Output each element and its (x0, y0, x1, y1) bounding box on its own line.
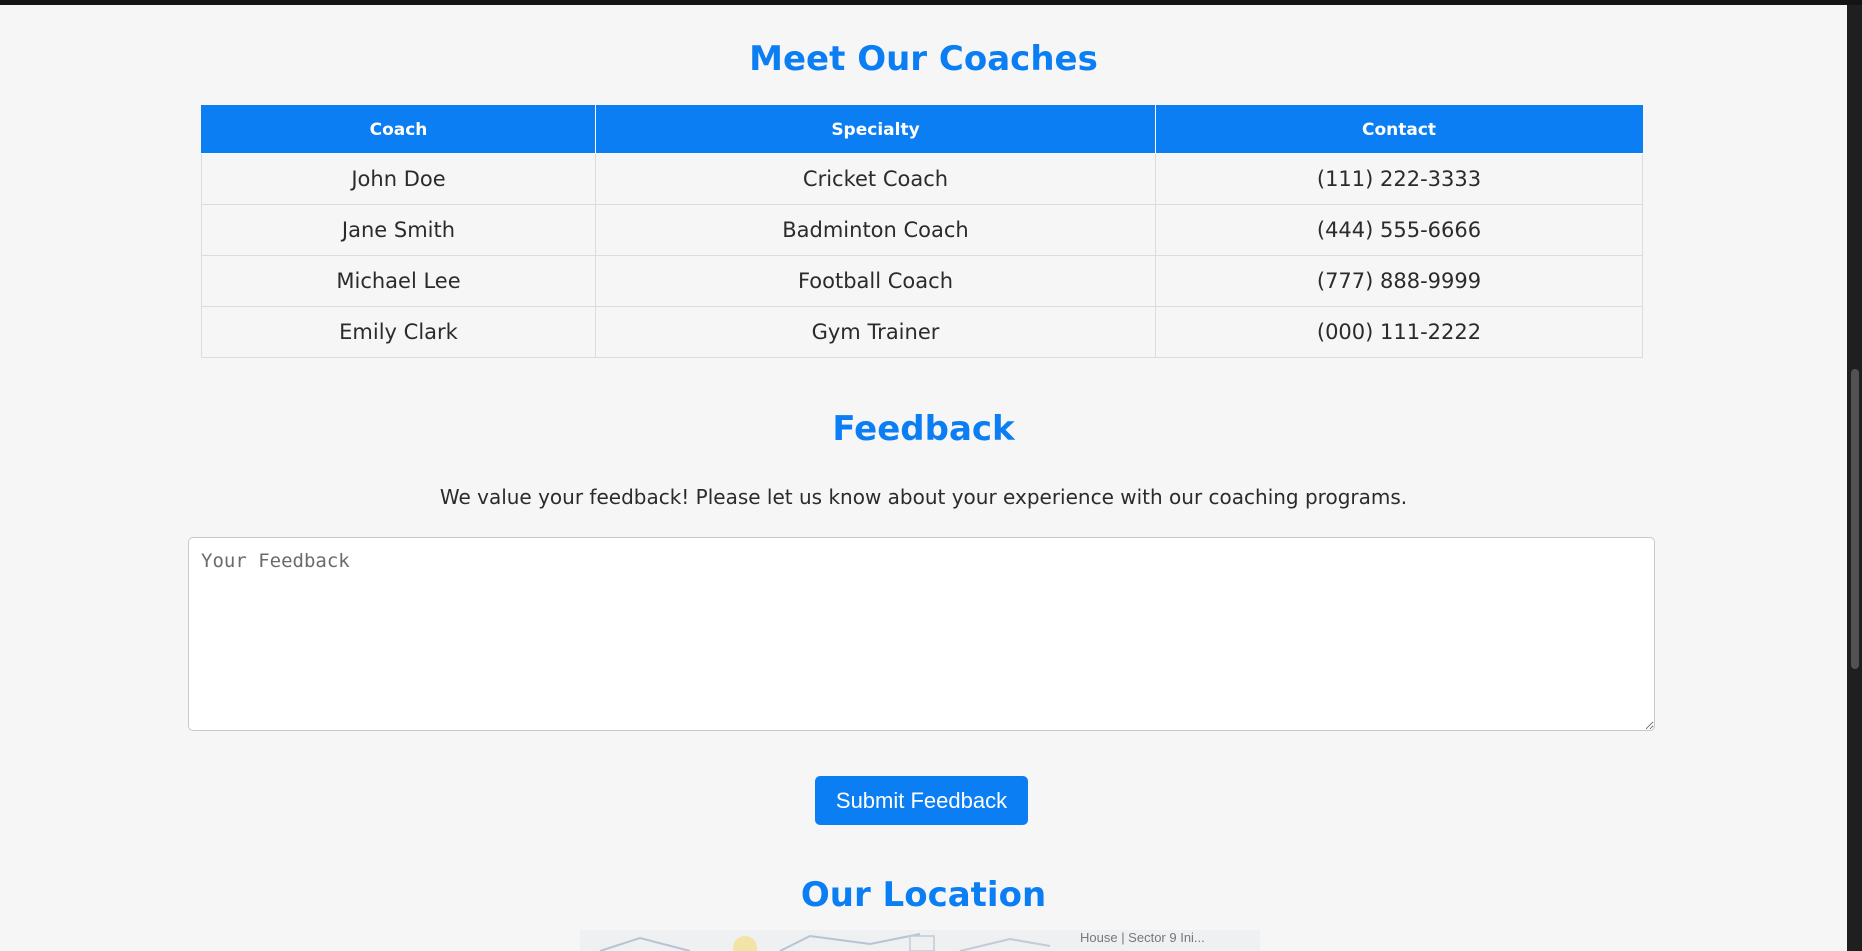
coach-specialty-cell: Gym Trainer (595, 306, 1156, 358)
coach-specialty-cell: Football Coach (595, 255, 1156, 307)
table-row: John Doe Cricket Coach (111) 222-3333 (201, 153, 1643, 205)
feedback-section-title: Feedback (832, 409, 1015, 449)
table-row: Michael Lee Football Coach (777) 888-999… (201, 255, 1643, 307)
feedback-intro-text: We value your feedback! Please let us kn… (439, 485, 1408, 509)
vertical-scrollbar[interactable] (1847, 5, 1862, 951)
coach-name-cell: Emily Clark (201, 306, 596, 358)
scrollbar-thumb[interactable] (1851, 369, 1859, 669)
table-row: Jane Smith Badminton Coach (444) 555-666… (201, 204, 1643, 256)
table-header-row: Coach Specialty Contact (201, 105, 1643, 154)
submit-feedback-button[interactable]: Submit Feedback (815, 776, 1028, 825)
map-place-label: House | Sector 9 Ini... (1080, 930, 1205, 945)
coach-specialty-cell: Cricket Coach (595, 153, 1156, 205)
coach-contact-cell: (777) 888-9999 (1155, 255, 1643, 307)
column-header-contact: Contact (1155, 105, 1643, 154)
column-header-specialty: Specialty (595, 105, 1156, 154)
coach-contact-cell: (000) 111-2222 (1155, 306, 1643, 358)
coaches-table: Coach Specialty Contact John Doe Cricket… (201, 105, 1643, 358)
feedback-textarea[interactable] (188, 537, 1655, 731)
coach-contact-cell: (444) 555-6666 (1155, 204, 1643, 256)
coach-name-cell: Jane Smith (201, 204, 596, 256)
page-viewport: Meet Our Coaches Coach Specialty Contact… (0, 5, 1847, 951)
coach-specialty-cell: Badminton Coach (595, 204, 1156, 256)
location-section-title: Our Location (800, 875, 1047, 915)
table-row: Emily Clark Gym Trainer (000) 111-2222 (201, 306, 1643, 358)
column-header-coach: Coach (201, 105, 596, 154)
coach-contact-cell: (111) 222-3333 (1155, 153, 1643, 205)
coach-name-cell: John Doe (201, 153, 596, 205)
coaches-section-title: Meet Our Coaches (749, 39, 1098, 79)
coach-name-cell: Michael Lee (201, 255, 596, 307)
